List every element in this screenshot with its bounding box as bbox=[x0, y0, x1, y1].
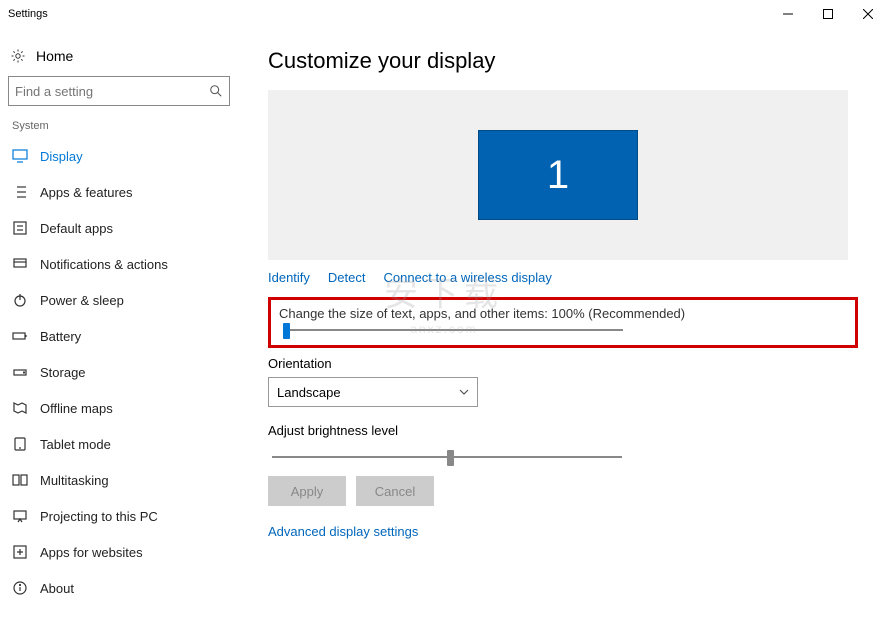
chevron-down-icon bbox=[459, 385, 469, 400]
search-box[interactable] bbox=[8, 76, 230, 106]
window-controls bbox=[768, 0, 888, 28]
list-icon bbox=[12, 184, 28, 200]
apps-websites-icon bbox=[12, 544, 28, 560]
notification-icon bbox=[12, 256, 28, 272]
info-icon bbox=[12, 580, 28, 596]
advanced-display-link[interactable]: Advanced display settings bbox=[268, 524, 858, 539]
sidebar-item-battery[interactable]: Battery bbox=[4, 318, 234, 354]
sidebar-item-label: Apps & features bbox=[40, 185, 133, 200]
display-links: Identify Detect Connect to a wireless di… bbox=[268, 270, 858, 285]
apply-button[interactable]: Apply bbox=[268, 476, 346, 506]
monitor-1[interactable]: 1 bbox=[478, 130, 638, 220]
orientation-value: Landscape bbox=[277, 385, 341, 400]
brightness-label: Adjust brightness level bbox=[268, 423, 858, 438]
power-icon bbox=[12, 292, 28, 308]
sidebar-item-label: Projecting to this PC bbox=[40, 509, 158, 524]
category-label: System bbox=[4, 120, 234, 138]
sidebar-item-display[interactable]: Display bbox=[4, 138, 234, 174]
scale-label: Change the size of text, apps, and other… bbox=[279, 306, 847, 321]
brightness-slider-thumb[interactable] bbox=[447, 450, 454, 466]
sidebar-item-default-apps[interactable]: Default apps bbox=[4, 210, 234, 246]
sidebar-item-label: Notifications & actions bbox=[40, 257, 168, 272]
sidebar-item-apps-features[interactable]: Apps & features bbox=[4, 174, 234, 210]
display-preview: 1 bbox=[268, 90, 848, 260]
gear-icon bbox=[10, 48, 26, 64]
maximize-button[interactable] bbox=[808, 0, 848, 28]
sidebar-item-label: Offline maps bbox=[40, 401, 113, 416]
identify-link[interactable]: Identify bbox=[268, 270, 310, 285]
scale-slider[interactable] bbox=[283, 329, 623, 331]
sidebar-item-multitasking[interactable]: Multitasking bbox=[4, 462, 234, 498]
sidebar-item-about[interactable]: About bbox=[4, 570, 234, 606]
sidebar-item-label: Display bbox=[40, 149, 83, 164]
storage-icon bbox=[12, 364, 28, 380]
orientation-label: Orientation bbox=[268, 356, 858, 371]
projecting-icon bbox=[12, 508, 28, 524]
monitor-icon bbox=[12, 148, 28, 164]
button-row: Apply Cancel bbox=[268, 476, 858, 506]
sidebar: Home System Display Apps & features Defa… bbox=[0, 28, 238, 632]
titlebar: Settings bbox=[0, 0, 888, 28]
sidebar-item-tablet-mode[interactable]: Tablet mode bbox=[4, 426, 234, 462]
sidebar-item-label: Multitasking bbox=[40, 473, 109, 488]
sidebar-item-label: Apps for websites bbox=[40, 545, 143, 560]
page-title: Customize your display bbox=[268, 48, 858, 74]
main-panel: Customize your display 1 Identify Detect… bbox=[238, 28, 888, 632]
search-input[interactable] bbox=[15, 84, 209, 99]
sidebar-item-apps-websites[interactable]: Apps for websites bbox=[4, 534, 234, 570]
detect-link[interactable]: Detect bbox=[328, 270, 366, 285]
brightness-slider[interactable] bbox=[272, 456, 622, 458]
minimize-button[interactable] bbox=[768, 0, 808, 28]
sidebar-item-label: Power & sleep bbox=[40, 293, 124, 308]
sidebar-item-label: About bbox=[40, 581, 74, 596]
home-link[interactable]: Home bbox=[4, 40, 234, 76]
wireless-display-link[interactable]: Connect to a wireless display bbox=[384, 270, 552, 285]
tablet-icon bbox=[12, 436, 28, 452]
sidebar-item-offline-maps[interactable]: Offline maps bbox=[4, 390, 234, 426]
scale-section-highlight: Change the size of text, apps, and other… bbox=[268, 297, 858, 348]
maps-icon bbox=[12, 400, 28, 416]
sidebar-item-notifications[interactable]: Notifications & actions bbox=[4, 246, 234, 282]
sidebar-item-power-sleep[interactable]: Power & sleep bbox=[4, 282, 234, 318]
home-label: Home bbox=[36, 48, 73, 64]
sidebar-item-label: Battery bbox=[40, 329, 81, 344]
battery-icon bbox=[12, 328, 28, 344]
sidebar-item-projecting[interactable]: Projecting to this PC bbox=[4, 498, 234, 534]
sidebar-item-label: Default apps bbox=[40, 221, 113, 236]
close-button[interactable] bbox=[848, 0, 888, 28]
search-icon bbox=[209, 84, 223, 98]
default-apps-icon bbox=[12, 220, 28, 236]
scale-slider-thumb[interactable] bbox=[283, 323, 290, 339]
sidebar-item-label: Tablet mode bbox=[40, 437, 111, 452]
multitasking-icon bbox=[12, 472, 28, 488]
cancel-button[interactable]: Cancel bbox=[356, 476, 434, 506]
sidebar-item-storage[interactable]: Storage bbox=[4, 354, 234, 390]
orientation-dropdown[interactable]: Landscape bbox=[268, 377, 478, 407]
sidebar-item-label: Storage bbox=[40, 365, 86, 380]
window-title: Settings bbox=[8, 8, 768, 20]
